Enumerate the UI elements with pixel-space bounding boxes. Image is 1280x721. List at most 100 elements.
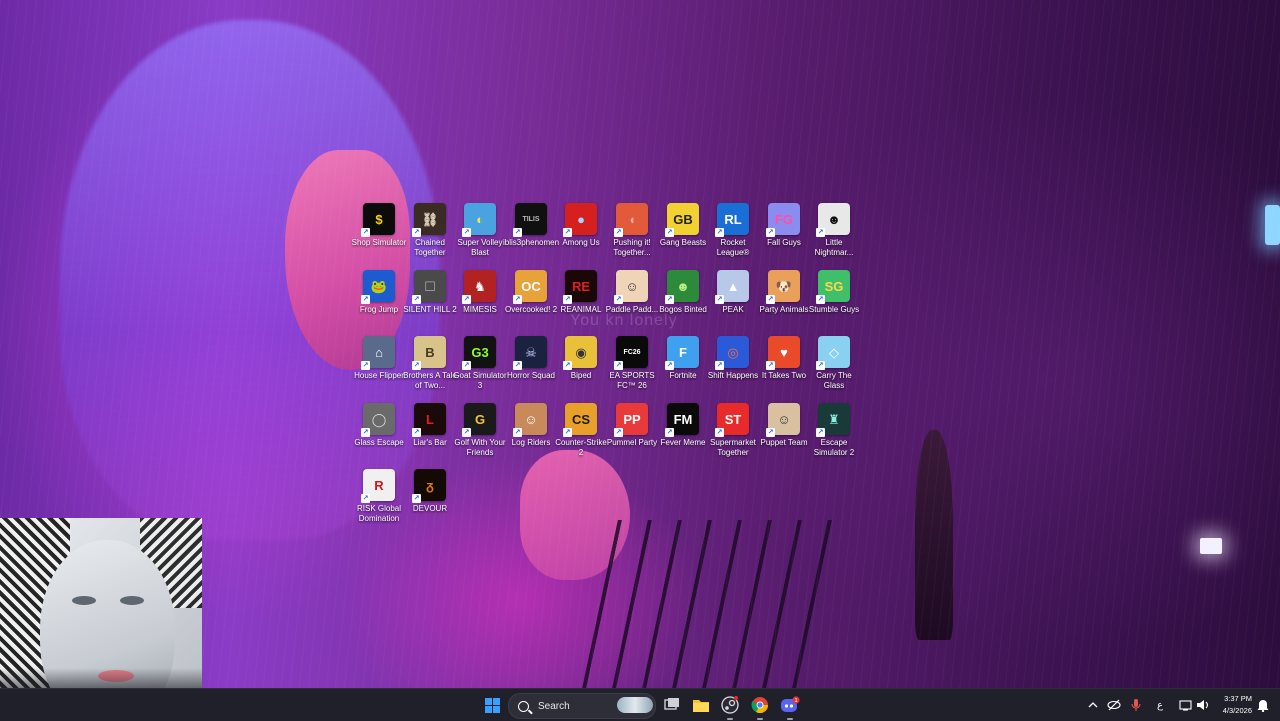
desktop-icon-reanimal[interactable]: RE ↗ REANIMAL <box>556 270 606 334</box>
shortcut-arrow-icon: ↗ <box>513 295 522 304</box>
desktop-icon-log-riders[interactable]: ☺ ↗ Log Riders <box>506 403 556 467</box>
desktop-icon-label: Paddle Padd... <box>605 305 659 314</box>
desktop-icon-biped[interactable]: ◉ ↗ Biped <box>556 336 606 400</box>
chrome-button[interactable] <box>748 693 772 717</box>
desktop-icon-label: Among Us <box>562 238 600 247</box>
desktop-icon-iblis3phenomenon[interactable]: TILIS↗iblis3phenomenon <box>503 203 559 267</box>
desktop-icon-bogos-binted[interactable]: ☻ ↗ Bogos Binted <box>658 270 708 334</box>
shortcut-arrow-icon: ↗ <box>715 361 724 370</box>
shortcut-arrow-icon: ↗ <box>614 361 623 370</box>
search-label: Search <box>538 700 570 712</box>
desktop-icon-counter-strike-2[interactable]: CS ↗ Counter-Strike 2 <box>555 403 607 467</box>
discord-icon: 1 <box>781 696 800 712</box>
desktop-icon-label: Escape Simulator 2 <box>813 438 855 457</box>
bell-icon <box>1257 699 1269 712</box>
discord-button[interactable]: 1 <box>778 693 802 717</box>
desktop-icon-label: Puppet Team <box>760 438 808 447</box>
notifications-button[interactable] <box>1255 693 1271 717</box>
desktop-icon-fever-meme[interactable]: FM ↗ Fever Meme <box>658 403 708 467</box>
desktop-icon-label: PEAK <box>722 305 744 314</box>
microphone-icon <box>1131 699 1141 711</box>
desktop-icon-mimesis[interactable]: ♞ ↗ MIMESIS <box>455 270 505 334</box>
desktop-icon-carry-the-glass[interactable]: ◇ ↗ Carry The Glass <box>809 336 859 400</box>
network-button[interactable] <box>1176 693 1196 717</box>
desktop-icon-house-flipper[interactable]: ⌂ ↗ House Flipper <box>354 336 404 400</box>
desktop-icon-silent-hill-2[interactable]: ☐ ↗ SILENT HILL 2 <box>403 270 457 334</box>
desktop-icon-label: Gang Beasts <box>659 238 707 247</box>
app-icon: ◎ ↗ <box>715 336 749 370</box>
clock-date[interactable]: 4/3/2026 <box>1212 706 1252 715</box>
shortcut-arrow-icon: ↗ <box>715 228 724 237</box>
desktop-icon-fortnite[interactable]: F ↗ Fortnite <box>658 336 708 400</box>
desktop-icon-chained-together[interactable]: ⛓ ↗ Chained Together <box>405 203 455 267</box>
desktop-icon-golf-with-your-friends[interactable]: G ↗ Golf With Your Friends <box>454 403 506 467</box>
microphone-in-use-button[interactable] <box>1127 693 1145 717</box>
desktop-icon-devour[interactable]: ᵹ ↗ DEVOUR <box>405 469 455 533</box>
app-icon: ◐ ↗ <box>462 203 496 237</box>
desktop-icon-frog-jump[interactable]: 🐸 ↗ Frog Jump <box>354 270 404 334</box>
desktop-icon-gang-beasts[interactable]: GB ↗ Gang Beasts <box>658 203 708 267</box>
desktop-icon-liar-s-bar[interactable]: L ↗ Liar's Bar <box>405 403 455 467</box>
shortcut-arrow-icon: ↗ <box>513 228 522 237</box>
start-button[interactable] <box>480 693 504 717</box>
app-icon: ♥ ↗ <box>766 336 800 370</box>
desktop-icon-label: Pummel Party <box>606 438 658 447</box>
desktop-icon-stumble-guys[interactable]: SG ↗ Stumble Guys <box>809 270 859 334</box>
desktop-icon-glass-escape[interactable]: ◯ ↗ Glass Escape <box>354 403 404 467</box>
shortcut-arrow-icon: ↗ <box>614 228 623 237</box>
desktop-icon-risk-global-domination[interactable]: R ↗ RISK Global Domination <box>354 469 404 533</box>
desktop-icon-escape-simulator-2[interactable]: ♜ ↗ Escape Simulator 2 <box>809 403 859 467</box>
desktop-icon-puppet-team[interactable]: ☺ ↗ Puppet Team <box>759 403 809 467</box>
volume-button[interactable] <box>1194 693 1212 717</box>
desktop-icon-shop-simulator[interactable]: $ ↗ Shop Simulator <box>352 203 406 267</box>
desktop-icon-pummel-party[interactable]: PP ↗ Pummel Party <box>607 403 657 467</box>
clock-time[interactable]: 3:37 PM <box>1212 694 1252 703</box>
app-icon: ♜ ↗ <box>816 403 850 437</box>
desktop-icon-fall-guys[interactable]: FG ↗ Fall Guys <box>759 203 809 267</box>
desktop-icon-party-animals[interactable]: 🐶 ↗ Party Animals <box>759 270 809 334</box>
desktop-icon-overcooked-2[interactable]: OC ↗ Overcooked! 2 <box>505 270 557 334</box>
shortcut-arrow-icon: ↗ <box>462 428 471 437</box>
shortcut-arrow-icon: ↗ <box>665 428 674 437</box>
desktop-icon-ea-sports-fc-26[interactable]: FC26 ↗ EA SPORTS FC™ 26 <box>607 336 657 400</box>
shortcut-arrow-icon: ↗ <box>766 295 775 304</box>
taskbar-search-box[interactable]: Search <box>508 693 656 719</box>
desktop-icon-label: Biped <box>570 371 592 380</box>
desktop-icon-label: Rocket League® <box>716 238 750 257</box>
desktop-icon-label: Counter-Strike 2 <box>555 438 607 457</box>
desktop-icon-paddle-padd[interactable]: ☺ ↗ Paddle Padd... <box>605 270 659 334</box>
desktop-icon-goat-simulator-3[interactable]: G3 ↗ Goat Simulator 3 <box>453 336 507 400</box>
shortcut-arrow-icon: ↗ <box>361 295 370 304</box>
desktop-icon-shift-happens[interactable]: ◎ ↗ Shift Happens <box>708 336 758 400</box>
desktop-icon-label: Carry The Glass <box>816 371 852 390</box>
app-icon: SG ↗ <box>816 270 850 304</box>
desktop-icon-super-volley-blast[interactable]: ◐ ↗ Super Volley Blast <box>455 203 505 267</box>
desktop-icon-brothers-a-tale-of-two[interactable]: B ↗ Brothers A Tale of Two... <box>403 336 457 400</box>
steam-button[interactable] <box>718 693 742 717</box>
desktop-icon-label: REANIMAL <box>560 305 602 314</box>
app-icon: RL ↗ <box>715 203 749 237</box>
shortcut-arrow-icon: ↗ <box>766 428 775 437</box>
shortcut-arrow-icon: ↗ <box>665 361 674 370</box>
desktop-icon-supermarket-together[interactable]: ST ↗ Supermarket Together <box>708 403 758 467</box>
desktop-icon-horror-squad[interactable]: ☠ ↗ Horror Squad <box>506 336 556 400</box>
desktop-icon-label: SILENT HILL 2 <box>403 305 457 314</box>
shortcut-arrow-icon: ↗ <box>412 428 421 437</box>
desktop-icon-it-takes-two[interactable]: ♥ ↗ It Takes Two <box>759 336 809 400</box>
tray-eye-off-button[interactable] <box>1105 693 1123 717</box>
shortcut-arrow-icon: ↗ <box>665 295 674 304</box>
desktop-icon-among-us[interactable]: ● ↗ Among Us <box>556 203 606 267</box>
shortcut-arrow-icon: ↗ <box>462 361 471 370</box>
app-icon: G3 ↗ <box>462 336 496 370</box>
desktop-icon-peak[interactable]: ▲ ↗ PEAK <box>708 270 758 334</box>
file-explorer-button[interactable] <box>689 693 713 717</box>
desktop-icon-little-nightmar[interactable]: ☻ ↗ Little Nightmar... <box>809 203 859 267</box>
app-icon: ☐ ↗ <box>412 270 446 304</box>
network-icon <box>1179 700 1192 711</box>
task-view-button[interactable] <box>660 693 684 717</box>
show-hidden-icons-button[interactable] <box>1084 693 1102 717</box>
app-icon: OC ↗ <box>513 270 547 304</box>
desktop-icon-pushing-it-together[interactable]: ◖ ↗ Pushing it! Together... <box>607 203 657 267</box>
input-language-indicator[interactable]: ع <box>1150 693 1170 717</box>
desktop-icon-rocket-league[interactable]: RL ↗ Rocket League® <box>708 203 758 267</box>
